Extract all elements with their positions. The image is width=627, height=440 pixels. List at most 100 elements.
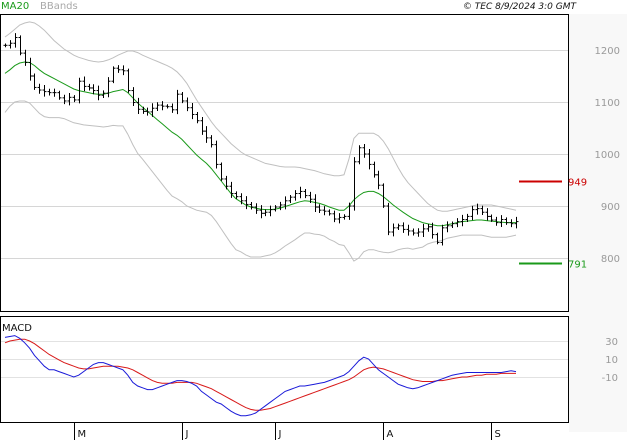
ohlc-bar: [195, 111, 200, 124]
ohlc-bar: [283, 196, 288, 210]
ohlc-bar: [440, 224, 445, 246]
ohlc-bar: [136, 97, 141, 114]
ohlc-bar: [170, 103, 175, 113]
ohlc-bar: [185, 97, 190, 112]
ohlc-bar: [347, 202, 352, 220]
ohlc-bar: [485, 208, 490, 221]
ohlc-bar: [200, 116, 205, 135]
ohlc-bar: [376, 170, 381, 190]
ohlc-bar: [224, 175, 229, 190]
ohlc-bar: [445, 221, 450, 233]
macd-signal-line: [4, 338, 516, 411]
ohlc-bar: [332, 210, 337, 223]
ohlc-bar: [396, 223, 401, 231]
ohlc-bar: [13, 33, 18, 48]
x-tick-label: J: [185, 429, 189, 440]
ohlc-bar: [435, 232, 440, 245]
ohlc-bar: [180, 92, 185, 104]
ohlc-bar: [111, 66, 116, 84]
ohlc-bar: [96, 85, 101, 101]
ohlc-bar: [509, 219, 514, 228]
ohlc-bar: [416, 228, 421, 237]
price-tick-label: 1100: [595, 98, 620, 109]
ohlc-bar: [337, 213, 342, 224]
ohlc-bar: [367, 149, 372, 170]
price-tick-label: 900: [601, 202, 620, 213]
ohlc-bar: [450, 221, 455, 228]
ohlc-bar: [32, 73, 37, 90]
ohlc-bar: [263, 209, 268, 217]
ohlc-bar: [317, 204, 322, 213]
ohlc-bar: [249, 201, 254, 210]
ohlc-bar: [23, 49, 28, 66]
ohlc-bar: [426, 223, 431, 232]
ohlc-bar: [145, 107, 150, 116]
macd-tick-label: 10: [605, 355, 618, 366]
ohlc-bar: [72, 95, 77, 103]
ohlc-bar: [67, 92, 72, 106]
ohlc-bar: [155, 102, 160, 112]
ohlc-bar: [116, 65, 121, 73]
ohlc-bar: [126, 68, 131, 93]
ohlc-bar: [219, 162, 224, 181]
ohlc-bar: [42, 85, 47, 97]
ohlc-bar: [28, 57, 33, 81]
ohlc-bar: [244, 196, 249, 210]
source-credit: © TEC 8/9/2024 3:0 GMT: [463, 2, 578, 12]
ohlc-bar: [204, 126, 209, 143]
ohlc-bar: [91, 84, 96, 95]
ohlc-bar: [52, 88, 57, 97]
ohlc-bar: [303, 188, 308, 199]
ohlc-bar: [470, 205, 475, 221]
x-tick-label: J: [278, 429, 282, 440]
ohlc-bar: [342, 214, 347, 220]
macd-tick-label: -10: [602, 373, 618, 384]
ohlc-bar: [293, 190, 298, 201]
ohlc-bar: [18, 35, 23, 56]
ohlc-bar: [190, 103, 195, 120]
x-axis-labels: MJJAS: [74, 422, 501, 440]
ohlc-bar: [391, 223, 396, 237]
ohlc-bar: [406, 224, 411, 236]
x-tick-label: A: [387, 429, 394, 440]
ohlc-bar: [460, 214, 465, 227]
ma20-series: [4, 61, 516, 227]
macd-line: [4, 335, 517, 417]
ohlc-bar: [209, 135, 214, 148]
ohlc-bar: [288, 194, 293, 203]
ohlc-bar: [57, 90, 62, 100]
ohlc-bar: [421, 223, 426, 237]
ohlc-bar: [47, 88, 52, 96]
ohlc-bars: [3, 33, 519, 246]
legend-ma20: MA20: [1, 1, 29, 12]
ohlc-bar: [322, 206, 327, 216]
ohlc-bar: [504, 217, 509, 225]
ohlc-bar: [372, 161, 377, 178]
ohlc-bar: [362, 144, 367, 158]
ohlc-bar: [386, 202, 391, 236]
right-margin-bar: [569, 14, 627, 432]
support-label: 791: [568, 260, 587, 271]
x-tick-label: S: [495, 429, 501, 440]
ohlc-bar: [8, 40, 13, 49]
ohlc-bar: [87, 83, 92, 91]
ohlc-bar: [141, 106, 146, 114]
price-gridlines: [1, 50, 568, 259]
chart-svg: 949791 800900100011001200 3010-10 MJJAS …: [0, 1, 627, 440]
ohlc-bar: [82, 76, 87, 92]
legend-bbands: BBands: [40, 1, 78, 12]
resistance-label: 949: [568, 178, 587, 189]
ohlc-bar: [480, 205, 485, 216]
ohlc-bar: [411, 228, 416, 236]
ohlc-bar: [401, 222, 406, 233]
ohlc-bar: [37, 83, 42, 94]
ohlc-bar: [499, 215, 504, 228]
bb-lower-line: [4, 100, 517, 262]
ohlc-bar: [327, 209, 332, 216]
ohlc-bar: [165, 104, 170, 109]
ohlc-bar: [268, 205, 273, 217]
macd-tick-label: 30: [605, 337, 618, 348]
price-tick-label: 1000: [595, 150, 620, 161]
ohlc-bar: [106, 77, 111, 98]
bollinger-bands: [4, 21, 517, 262]
